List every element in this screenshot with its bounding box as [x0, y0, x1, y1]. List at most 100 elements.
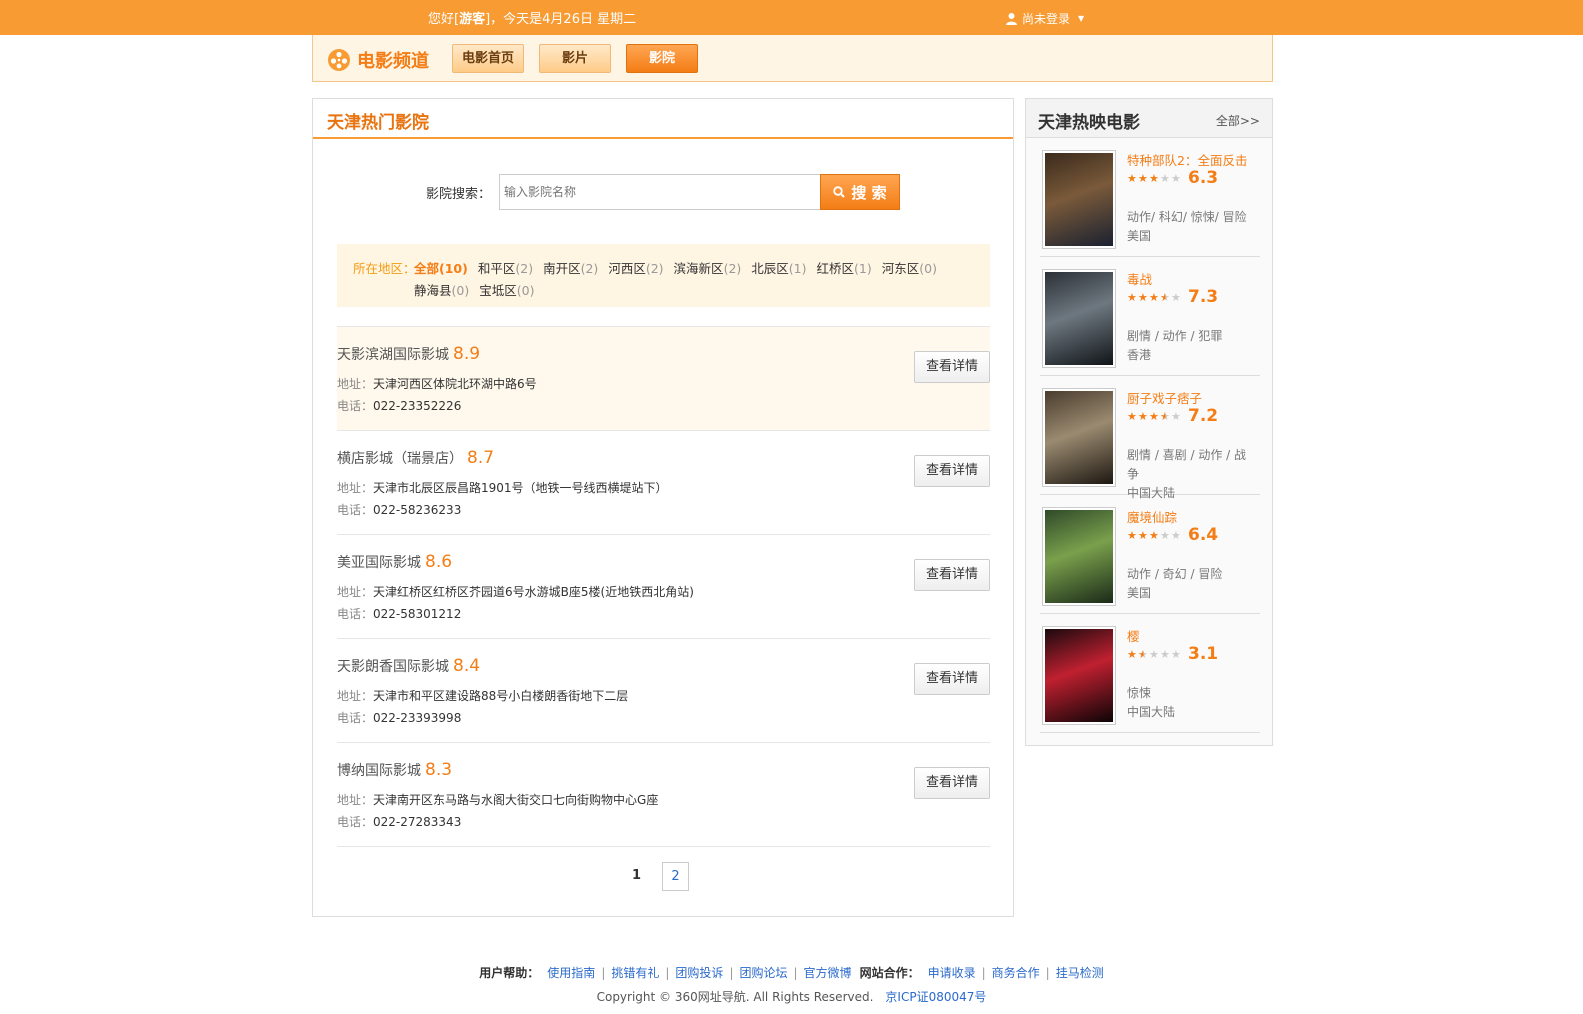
footer-help-link[interactable]: 使用指南	[547, 964, 595, 981]
region-filter-item[interactable]: 宝坻区(0)	[479, 280, 534, 299]
cinema-name[interactable]: 天影朗香国际影城 8.4	[337, 656, 480, 676]
cinema-phone: 电话：022-23393998	[337, 709, 461, 726]
greeting-date: ]，今天是4月26日 星期二	[485, 12, 637, 27]
side-title: 天津热映电影 全部>>	[1026, 99, 1272, 138]
footer-help-link[interactable]: 官方微博	[804, 964, 852, 981]
movie-poster[interactable]	[1042, 269, 1116, 368]
movie-region: 香港	[1127, 348, 1152, 362]
cinema-name[interactable]: 天影滨湖国际影城 8.9	[337, 344, 480, 364]
movie-poster[interactable]	[1042, 626, 1116, 725]
cinema-name[interactable]: 美亚国际影城 8.6	[337, 552, 452, 572]
star-icon: ★	[1127, 528, 1137, 542]
view-details-button[interactable]: 查看详情	[914, 767, 990, 799]
star-icon: ★	[1171, 528, 1181, 542]
movie-poster[interactable]	[1042, 507, 1116, 606]
cinema-phone: 电话：022-58236233	[337, 501, 461, 518]
movie-title[interactable]: 毒战	[1127, 269, 1152, 288]
address-value: 天津市和平区建设路88号小白楼朗香街地下二层	[373, 689, 629, 703]
nav-cinemas[interactable]: 影院	[626, 44, 698, 73]
region-filter: 所在地区： 全部(10) 和平区(2) 南开区(2) 河西区(2) 滨海新区(2) 北辰区…	[337, 244, 990, 307]
nav-movies[interactable]: 影片	[539, 44, 611, 73]
star-icon: ★	[1160, 171, 1170, 185]
region-name: 红桥区	[816, 261, 855, 276]
region-filter-item[interactable]: 全部(10)	[414, 258, 468, 277]
copyright: Copyright © 360网址导航. All Rights Reserved…	[0, 988, 1583, 1005]
movie-item: 毒战 ★ ★ ★ ★ ★ 7.3 剧情 / 动作 / 犯罪 香港	[1040, 257, 1260, 376]
region-filter-item[interactable]: 红桥区(1)	[817, 258, 872, 277]
search-input[interactable]	[499, 174, 821, 210]
star-icon: ★	[1171, 171, 1181, 185]
region-filter-item[interactable]: 静海县(0)	[414, 280, 469, 299]
cinema-name[interactable]: 横店影城（瑞景店） 8.7	[337, 448, 494, 468]
footer-coop-link[interactable]: 挂马检测	[1056, 964, 1104, 981]
cinema-row: 天影滨湖国际影城 8.9 地址：天津河西区体院北环湖中路6号 电话：022-23352…	[337, 327, 990, 431]
phone-value: 022-58236233	[373, 503, 462, 517]
region-filter-item[interactable]: 河西区(2)	[608, 258, 663, 277]
region-count: (10)	[439, 261, 468, 276]
movie-genre: 动作 / 奇幻 / 冒险	[1127, 567, 1223, 581]
footer-coop-link[interactable]: 申请收录	[928, 964, 976, 981]
poster-image	[1045, 391, 1113, 484]
icp-link[interactable]: 京ICP证080047号	[885, 990, 986, 1004]
region-count: (2)	[515, 261, 534, 276]
view-details-button[interactable]: 查看详情	[914, 663, 990, 695]
star-icon: ★	[1149, 290, 1159, 304]
poster-image	[1045, 272, 1113, 365]
movie-poster[interactable]	[1042, 388, 1116, 487]
user-icon	[1006, 13, 1017, 25]
footer-help-link[interactable]: 挑错有礼	[611, 964, 659, 981]
poster-image	[1045, 629, 1113, 722]
view-details-button[interactable]: 查看详情	[914, 455, 990, 487]
movie-score: 3.1	[1188, 644, 1219, 664]
movie-item: 樱 ★ ★ ★ ★ ★ 3.1 惊悚 中国大陆	[1040, 614, 1260, 733]
address-value: 天津红桥区红桥区芥园道6号水游城B座5楼(近地铁西北角站)	[373, 585, 694, 599]
movie-item: 特种部队2：全面反击 ★ ★ ★ ★ ★ 6.3 动作/ 科幻/ 惊悚/ 冒险 美国	[1040, 138, 1260, 257]
footer-help-link[interactable]: 团购投诉	[675, 964, 723, 981]
region-count: (0)	[919, 261, 937, 276]
movie-score: 7.3	[1188, 287, 1219, 307]
view-details-button[interactable]: 查看详情	[914, 559, 990, 591]
movie-region: 中国大陆	[1127, 705, 1176, 719]
movie-title[interactable]: 魔境仙踪	[1127, 507, 1177, 526]
region-name: 宝坻区	[479, 283, 517, 298]
cinema-score: 8.3	[425, 760, 453, 780]
cinema-name[interactable]: 博纳国际影城 8.3	[337, 760, 452, 780]
star-rating: ★ ★ ★ ★ ★	[1127, 173, 1182, 184]
movie-title[interactable]: 樱	[1127, 626, 1140, 645]
caret-down-icon: ▼	[1078, 14, 1085, 23]
movie-genre: 动作/ 科幻/ 惊悚/ 冒险	[1127, 210, 1247, 224]
region-filter-item[interactable]: 南开区(2)	[543, 258, 598, 277]
login-menu[interactable]: 尚未登录 ▼	[1005, 10, 1084, 27]
region-filter-item[interactable]: 北辰区(1)	[751, 258, 806, 277]
top-bar: 您好[游客]，今天是4月26日 星期二 尚未登录 ▼	[0, 0, 1583, 35]
link-separator: |	[601, 965, 606, 980]
movie-score: 7.2	[1188, 406, 1219, 426]
address-value: 天津河西区体院北环湖中路6号	[373, 377, 537, 391]
address-label: 地址：	[337, 377, 374, 391]
channel-logo[interactable]: 电影频道	[327, 47, 429, 73]
guest-name: 游客	[459, 12, 486, 27]
footer-coop-link[interactable]: 商务合作	[992, 964, 1040, 981]
channel-nav: 电影频道 电影首页 影片 影院	[312, 35, 1273, 82]
star-icon: ★	[1127, 171, 1137, 185]
page-current: 1	[631, 868, 642, 883]
search-button[interactable]: 搜 索	[820, 174, 901, 210]
address-label: 地址：	[337, 689, 374, 703]
movie-title[interactable]: 特种部队2：全面反击	[1127, 150, 1247, 169]
nav-home[interactable]: 电影首页	[452, 44, 524, 73]
movie-poster[interactable]	[1042, 150, 1116, 249]
cinema-row: 博纳国际影城 8.3 地址：天津南开区东马路与水阁大街交口七向街购物中心G座 电话：0…	[337, 743, 990, 847]
region-filter-item[interactable]: 河东区(0)	[882, 258, 937, 277]
movie-title[interactable]: 厨子戏子痞子	[1127, 388, 1202, 407]
phone-label: 电话：	[337, 711, 374, 725]
region-filter-item[interactable]: 滨海新区(2)	[674, 258, 742, 277]
footer-help-link[interactable]: 团购论坛	[739, 964, 787, 981]
page-link[interactable]: 2	[662, 862, 689, 891]
cinema-score: 8.9	[453, 344, 481, 364]
region-filter-item[interactable]: 和平区(2)	[478, 258, 533, 277]
view-all-link[interactable]: 全部>>	[1216, 112, 1260, 129]
view-details-button[interactable]: 查看详情	[914, 351, 990, 383]
phone-label: 电话：	[337, 503, 374, 517]
phone-label: 电话：	[337, 607, 374, 621]
cinema-score: 8.4	[453, 656, 481, 676]
